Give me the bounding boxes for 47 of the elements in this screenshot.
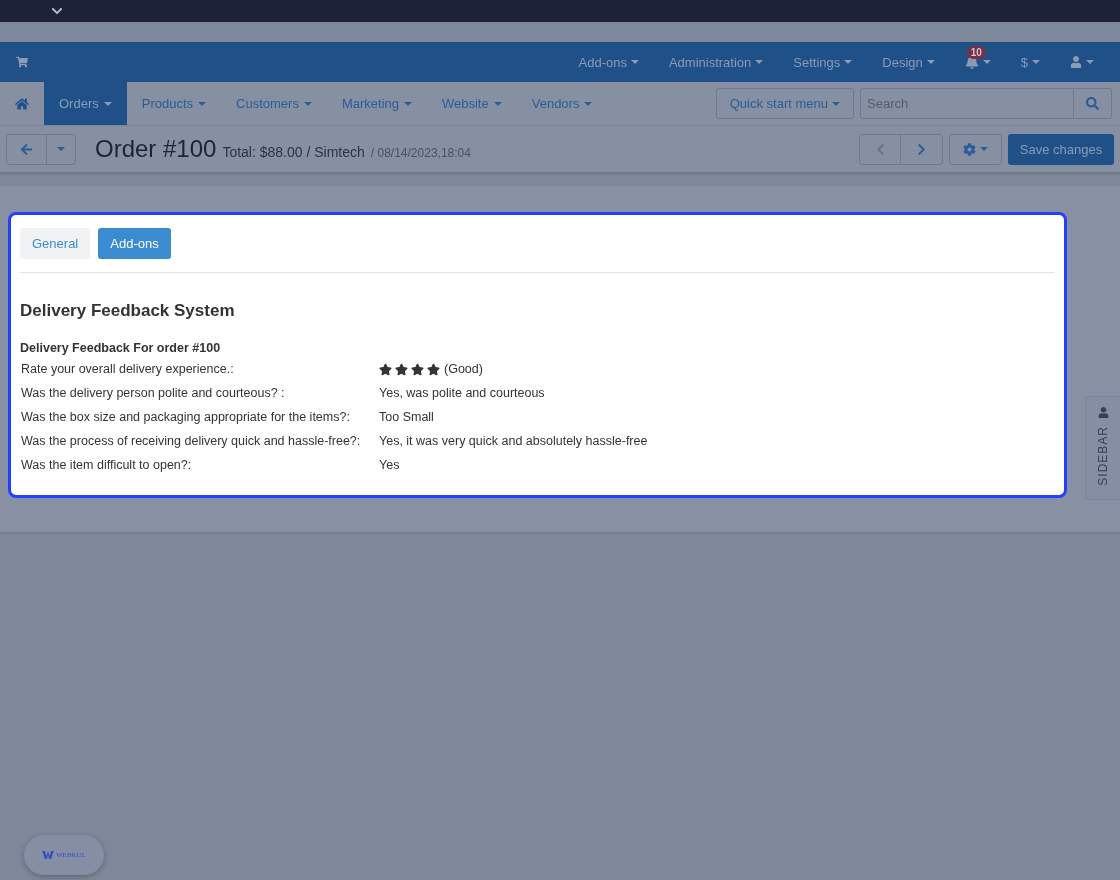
notification-count: 10 (966, 46, 986, 59)
tab[interactable]: General (20, 228, 91, 259)
top-menu-item[interactable]: Settings (793, 54, 853, 70)
answer-text: Yes, was polite and courteous (379, 386, 545, 400)
top-menu-item[interactable]: Design (882, 54, 935, 70)
star-icon (395, 362, 408, 376)
answer-text: Yes, it was very quick and absolutely hassle-free (379, 434, 648, 448)
user-icon[interactable] (1070, 56, 1082, 68)
search-icon (1086, 97, 1099, 110)
question-label: Rate your overall delivery experience.: (20, 362, 235, 376)
question-label: Was the box size and packaging appropriate for the items?: (20, 410, 351, 424)
user-icon (1097, 407, 1109, 418)
question-label: Was the delivery person polite and courteous? : (20, 386, 286, 400)
currency-menu[interactable]: $ (1020, 54, 1040, 70)
quick-start-menu-button[interactable]: Quick start menu (715, 88, 854, 119)
top-menu-item[interactable]: Add-ons (578, 54, 639, 70)
cart-icon[interactable] (16, 56, 28, 68)
star-icon (427, 362, 440, 376)
search-button[interactable] (1074, 88, 1112, 119)
question-label: Was the process of receiving delivery quick and hassle-free?: (20, 434, 362, 448)
nav-menu-item[interactable]: Customers (221, 82, 327, 125)
question-label: Was the item difficult to open?: (20, 458, 193, 472)
tab[interactable]: Add-ons (98, 228, 171, 259)
nav-menu-item[interactable]: Vendors (516, 82, 608, 125)
star-icon (411, 362, 424, 376)
nav-menu-item[interactable]: Products (126, 82, 222, 125)
gear-icon (963, 142, 976, 156)
arrow-left-icon (20, 142, 33, 156)
section-title: Delivery Feedback System (20, 301, 236, 321)
save-changes-button[interactable]: Save changes (1008, 133, 1114, 165)
answer-text: Too Small (379, 410, 434, 424)
order-summary: Total: $88.00 / Simtech (222, 144, 365, 160)
answer-text: (Good) (444, 362, 483, 376)
nav-menu-item[interactable]: Website (427, 82, 517, 125)
form-title: Delivery Feedback For order #100 (20, 341, 222, 355)
sidebar-tab[interactable]: SIDEBAR (1085, 396, 1120, 500)
order-date: / 08/14/2023,18:04 (370, 145, 471, 160)
star-icon (379, 362, 392, 376)
logo-icon (42, 851, 54, 859)
chevron-down-icon[interactable] (51, 5, 63, 17)
top-menu-item[interactable]: Administration (668, 54, 764, 70)
chevron-right-icon (915, 142, 928, 156)
answer-text: Yes (379, 458, 400, 472)
home-icon[interactable] (15, 96, 29, 111)
order-title: Order #100 (95, 135, 217, 163)
nav-menu-item[interactable]: Orders (44, 82, 127, 125)
nav-menu-item[interactable]: Marketing (326, 82, 427, 125)
